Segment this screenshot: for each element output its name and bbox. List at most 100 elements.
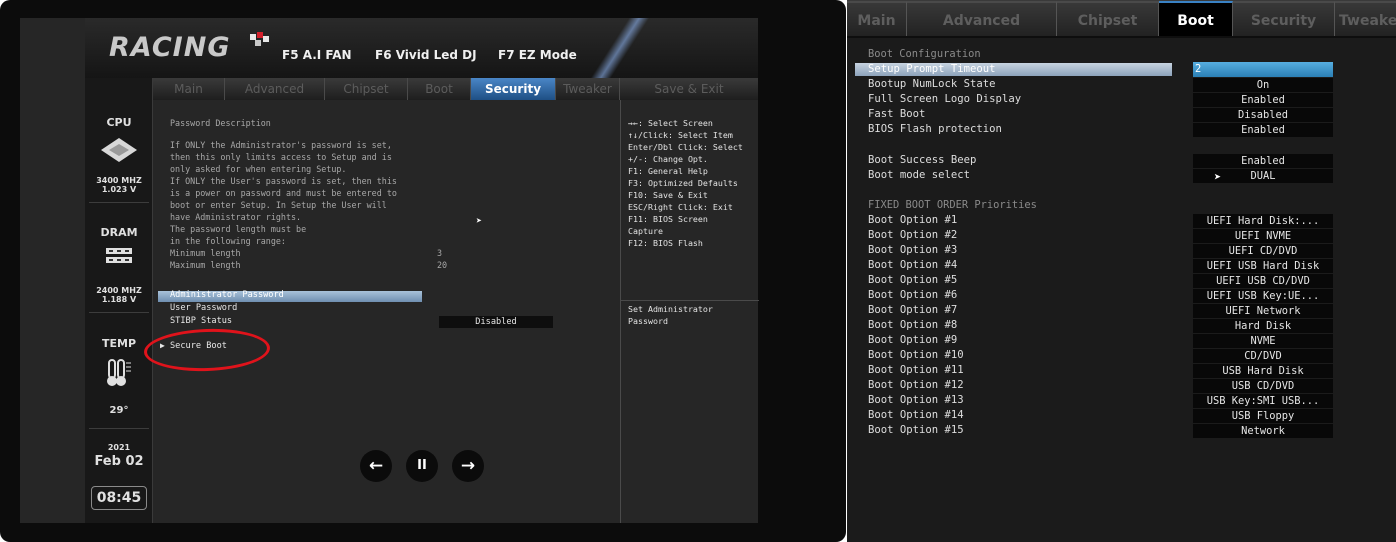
help-key-line: F11: BIOS Screen [628,214,708,224]
boot-option-label[interactable]: Boot Option #15 [868,424,964,436]
administrator-password-item[interactable]: Administrator Password [170,290,284,300]
help-key-line: Capture [628,226,663,236]
boot-option-label[interactable]: Boot Option #6 [868,289,957,301]
setup-prompt-timeout-label[interactable]: Setup Prompt Timeout [868,63,996,75]
bios-security-screen: RACING F5 A.I FAN F6 Vivid Led DJ F7 EZ … [20,18,759,523]
boot-option-label[interactable]: Boot Option #11 [868,364,964,376]
dram-module-icon [106,248,132,263]
previous-button[interactable]: ← [360,450,392,482]
dram-voltage: 1.188 V [101,295,137,304]
bootup-numlock-value[interactable]: On [1193,78,1333,92]
help-item-description: Set Administrator [628,304,713,314]
right-screenshot: Main Advanced Chipset Boot Security Twea… [847,0,1396,542]
description-line: If ONLY the User's password is set, then… [170,176,397,186]
cpu-frequency: 3400 MHZ [96,176,142,185]
description-line: is a power on password and must be enter… [170,188,397,198]
mouse-cursor-icon: ➤ [476,216,483,227]
description-line: only asked for when entering Setup. [170,164,347,174]
tab-chipset[interactable]: Chipset [1057,1,1159,36]
hardware-monitor-sidebar: CPU 3400 MHZ 1.023 V DRAM 2400 MHZ 1.188… [85,78,153,523]
boot-option-value[interactable]: Network [1193,424,1333,438]
hotkey-ai-fan[interactable]: F5 A.I FAN [282,48,352,62]
boot-option-value[interactable]: UEFI CD/DVD [1193,244,1333,258]
cpu-chip-icon [101,138,137,162]
user-password-item[interactable]: User Password [170,303,237,313]
boot-option-value[interactable]: USB Floppy [1193,409,1333,423]
boot-option-value[interactable]: UEFI NVME [1193,229,1333,243]
boot-success-beep-label[interactable]: Boot Success Beep [868,154,976,166]
racing-logo: RACING [109,32,231,63]
tab-tweaker[interactable]: Tweake [1335,1,1396,36]
next-button[interactable]: → [452,450,484,482]
min-length-value: 3 [437,248,443,258]
sidebar-divider [89,428,149,429]
boot-option-value[interactable]: USB CD/DVD [1193,379,1333,393]
boot-option-value[interactable]: UEFI Hard Disk:... [1193,214,1333,228]
boot-option-label[interactable]: Boot Option #8 [868,319,957,331]
boot-option-label[interactable]: Boot Option #2 [868,229,957,241]
max-length-label: Maximum length [170,260,241,270]
bootup-numlock-label[interactable]: Bootup NumLock State [868,78,996,90]
boot-option-label[interactable]: Boot Option #14 [868,409,964,421]
tab-boot[interactable]: Boot [408,78,471,100]
tab-security[interactable]: Security [471,78,556,100]
mouse-cursor-icon: ➤ [1214,170,1222,184]
bios-flash-protection-label[interactable]: BIOS Flash protection [868,123,1002,135]
max-length-value: 20 [437,260,448,270]
bios-flash-protection-value[interactable]: Enabled [1193,123,1333,137]
help-key-line: +/-: Change Opt. [628,154,708,164]
boot-option-value[interactable]: NVME [1193,334,1333,348]
stibp-status-value[interactable]: Disabled [439,316,553,328]
fast-boot-label[interactable]: Fast Boot [868,108,925,120]
help-key-line: Enter/Dbl Click: Select [628,142,743,152]
boot-option-label[interactable]: Boot Option #7 [868,304,957,316]
boot-success-beep-value[interactable]: Enabled [1193,154,1333,168]
tab-save-exit[interactable]: Save & Exit [620,78,758,100]
tab-advanced[interactable]: Advanced [907,1,1057,36]
boot-option-label[interactable]: Boot Option #4 [868,259,957,271]
tab-main[interactable]: Main [153,78,225,100]
tab-main[interactable]: Main [847,1,907,36]
sidebar-divider [89,312,149,313]
full-screen-logo-label[interactable]: Full Screen Logo Display [868,93,1021,105]
boot-option-label[interactable]: Boot Option #12 [868,379,964,391]
boot-mode-select-label[interactable]: Boot mode select [868,169,970,181]
boot-option-label[interactable]: Boot Option #3 [868,244,957,256]
boot-option-value[interactable]: UEFI USB Key:UE... [1193,289,1333,303]
date-year: 2021 [107,443,131,452]
boot-option-value[interactable]: Hard Disk [1193,319,1333,333]
boot-option-label[interactable]: Boot Option #1 [868,214,957,226]
description-line: The password length must be [170,224,307,234]
pause-button[interactable]: II [406,450,438,482]
section-fixed-boot-order: FIXED BOOT ORDER Priorities [868,199,1037,211]
boot-option-value[interactable]: USB Key:SMI USB... [1193,394,1333,408]
setup-prompt-timeout-value[interactable]: 2 [1193,62,1333,77]
boot-option-label[interactable]: Boot Option #10 [868,349,964,361]
temp-label: TEMP [101,337,137,350]
tab-advanced[interactable]: Advanced [225,78,325,100]
full-screen-logo-value[interactable]: Enabled [1193,93,1333,107]
bios-tab-bar: Main Advanced Chipset Boot Security Twea… [153,78,758,100]
temp-value: 29° [109,405,129,416]
tab-boot[interactable]: Boot [1159,1,1233,36]
dram-label: DRAM [100,226,138,239]
hotkey-vivid-led-dj[interactable]: F6 Vivid Led DJ [375,48,477,62]
sidebar-divider [89,202,149,203]
boot-option-label[interactable]: Boot Option #9 [868,334,957,346]
stibp-status-label[interactable]: STIBP Status [170,316,232,326]
boot-option-value[interactable]: CD/DVD [1193,349,1333,363]
boot-option-value[interactable]: UEFI USB Hard Disk [1193,259,1333,273]
hotkey-ez-mode[interactable]: F7 EZ Mode [498,48,577,62]
tab-security[interactable]: Security [1233,1,1335,36]
tab-chipset[interactable]: Chipset [325,78,408,100]
tab-tweaker[interactable]: Tweaker [556,78,620,100]
boot-option-label[interactable]: Boot Option #13 [868,394,964,406]
boot-option-label[interactable]: Boot Option #5 [868,274,957,286]
fast-boot-value[interactable]: Disabled [1193,108,1333,122]
boot-option-value[interactable]: UEFI USB CD/DVD [1193,274,1333,288]
dram-frequency: 2400 MHZ [96,286,142,295]
boot-option-value[interactable]: UEFI Network [1193,304,1333,318]
help-key-line: ESC/Right Click: Exit [628,202,733,212]
cpu-voltage: 1.023 V [101,185,137,194]
boot-option-value[interactable]: USB Hard Disk [1193,364,1333,378]
